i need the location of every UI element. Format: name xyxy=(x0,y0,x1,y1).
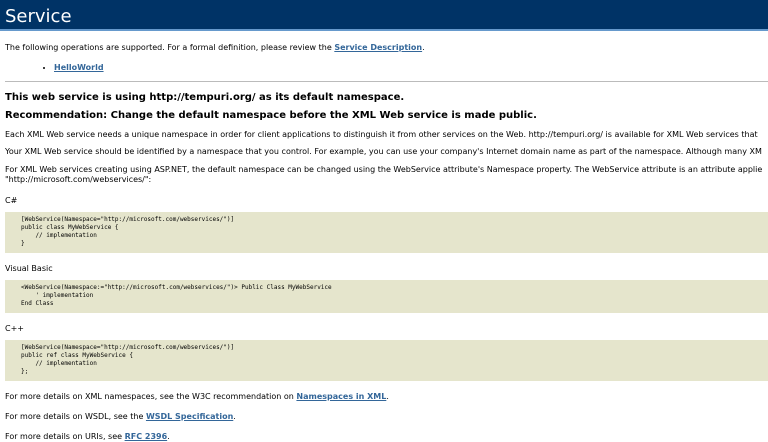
main-content: The following operations are supported. … xyxy=(0,43,768,442)
rfc-2396-link[interactable]: RFC 2396 xyxy=(125,432,168,441)
intro-text: The following operations are supported. … xyxy=(5,43,768,53)
footer-wsdl-text: For more details on WSDL, see the xyxy=(5,412,146,421)
separator xyxy=(5,81,768,82)
recommendation-heading: Recommendation: Change the default names… xyxy=(5,110,537,121)
footer-uris-text: For more details on URIs, see xyxy=(5,432,125,441)
namespace-para-3-line-1: For XML Web services creating using ASP.… xyxy=(5,165,763,174)
footer-wsdl: For more details on WSDL, see the WSDL S… xyxy=(5,412,768,422)
code-sample-vb: <WebService(Namespace:="http://microsoft… xyxy=(5,280,768,313)
code-sample-csharp: [WebService(Namespace="http://microsoft.… xyxy=(5,212,768,253)
operations-list: HelloWorld xyxy=(5,63,768,73)
sample-language-csharp: C# xyxy=(5,196,18,205)
intro-end: . xyxy=(422,43,425,52)
namespace-heading: This web service is using http://tempuri… xyxy=(5,92,405,103)
namespace-para-1: Each XML Web service needs a unique name… xyxy=(5,130,758,139)
list-item: HelloWorld xyxy=(54,63,768,73)
namespace-para-3: For XML Web services creating using ASP.… xyxy=(5,165,768,185)
footer-xml-namespaces-text: For more details on XML namespaces, see … xyxy=(5,392,297,401)
footer-uris: For more details on URIs, see RFC 2396. xyxy=(5,432,768,442)
operation-link-helloworld[interactable]: HelloWorld xyxy=(54,63,104,72)
footer-xml-namespaces-end: . xyxy=(386,392,389,401)
footer-uris-end: . xyxy=(167,432,170,441)
service-description-link[interactable]: Service Description xyxy=(334,43,422,52)
intro-label: The following operations are supported. … xyxy=(5,43,335,52)
wsdl-specification-link[interactable]: WSDL Specification xyxy=(146,412,233,421)
namespaces-in-xml-link[interactable]: Namespaces in XML xyxy=(296,392,386,401)
code-sample-cpp: [WebService(Namespace="http://microsoft.… xyxy=(5,340,768,381)
page-title: Service xyxy=(0,0,768,31)
namespace-para-3-line-2: "http://microsoft.com/webservices/": xyxy=(5,175,152,184)
footer-xml-namespaces: For more details on XML namespaces, see … xyxy=(5,392,768,402)
footer-wsdl-end: . xyxy=(233,412,236,421)
namespace-para-2: Your XML Web service should be identifie… xyxy=(5,147,762,156)
sample-language-cpp: C++ xyxy=(5,324,24,333)
sample-language-vb: Visual Basic xyxy=(5,264,53,273)
